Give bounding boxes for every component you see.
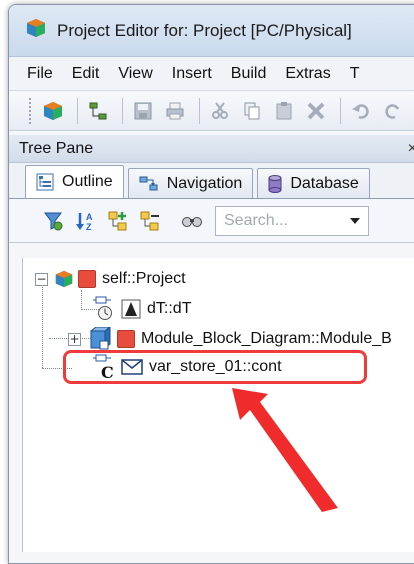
tree-pane-title: Tree Pane	[19, 139, 94, 157]
filter-icon[interactable]	[39, 206, 69, 236]
sort-az-icon[interactable]: A Z	[71, 206, 101, 236]
tree-node-module-block[interactable]: + Module_Block_Diagram::Module_B	[68, 326, 392, 352]
menu-file[interactable]: File	[27, 65, 53, 83]
expand-toggle[interactable]: +	[68, 332, 81, 346]
app-icon	[25, 17, 47, 44]
project-icon[interactable]	[39, 97, 67, 125]
red-square-icon	[117, 330, 135, 348]
toolbar-separator	[340, 97, 341, 124]
copy-icon[interactable]	[238, 97, 266, 125]
tab-database[interactable]: Database	[257, 168, 370, 198]
tab-navigation[interactable]: Navigation	[127, 168, 254, 198]
window-title: Project Editor for: Project [PC/Physical…	[57, 20, 352, 40]
toolbar-separator	[77, 97, 78, 124]
tree-tabs: Outline Navigation Database	[9, 163, 414, 199]
project-icon	[54, 269, 74, 289]
paste-icon[interactable]	[270, 97, 298, 125]
svg-text:Z: Z	[86, 222, 92, 232]
collapse-all-icon[interactable]	[135, 206, 165, 236]
toolbar-separator	[199, 97, 200, 124]
chevron-down-icon[interactable]	[350, 217, 360, 224]
red-square-icon	[78, 270, 96, 288]
redo-icon[interactable]	[379, 97, 407, 125]
cut-icon[interactable]	[206, 97, 234, 125]
tab-outline-label: Outline	[62, 173, 113, 190]
menu-tools[interactable]: T	[350, 65, 360, 83]
tab-navigation-label: Navigation	[166, 174, 243, 192]
triangle-badge-icon	[121, 299, 141, 319]
outline-tree: − self::Project dT::dT + Module_Block_Di…	[22, 258, 414, 552]
menu-view[interactable]: View	[118, 65, 152, 83]
database-icon	[268, 174, 282, 193]
main-toolbar	[9, 91, 414, 131]
tree-node-dt[interactable]: dT::dT	[93, 296, 191, 322]
menu-build[interactable]: Build	[231, 65, 267, 83]
tab-outline[interactable]: Outline	[25, 165, 124, 198]
search-dropdown[interactable]	[215, 205, 369, 236]
delete-icon[interactable]	[302, 97, 330, 125]
close-icon[interactable]: ×	[408, 140, 414, 158]
search-input[interactable]	[222, 210, 342, 231]
menu-extras[interactable]: Extras	[285, 65, 330, 83]
tree-node-project[interactable]: − self::Project	[35, 266, 186, 292]
undo-icon[interactable]	[347, 97, 375, 125]
toolbar-grip[interactable]	[29, 97, 33, 124]
svg-text:A: A	[86, 212, 93, 222]
expand-all-icon[interactable]	[103, 206, 133, 236]
timer-port-icon	[93, 296, 117, 322]
menu-bar: File Edit View Insert Build Extras T	[9, 57, 414, 91]
highlight-box	[63, 350, 367, 384]
toolbar-separator	[122, 97, 123, 124]
tree-node-label: Module_Block_Diagram::Module_B	[141, 330, 392, 347]
collapse-toggle[interactable]: −	[35, 272, 48, 286]
print-icon[interactable]	[161, 97, 189, 125]
tree-line	[42, 284, 43, 368]
menu-edit[interactable]: Edit	[72, 65, 100, 83]
tree-node-label: dT::dT	[147, 300, 192, 317]
tree-node-label: self::Project	[102, 270, 186, 287]
menu-insert[interactable]: Insert	[172, 65, 212, 83]
navigation-icon	[139, 175, 159, 193]
outline-icon	[36, 173, 54, 191]
save-icon[interactable]	[129, 97, 157, 125]
binoculars-icon[interactable]	[177, 206, 207, 236]
module-icon	[89, 327, 111, 351]
tree-line	[81, 290, 82, 310]
title-bar: Project Editor for: Project [PC/Physical…	[9, 5, 414, 57]
tree-pane-header: Tree Pane ×	[9, 135, 414, 163]
tab-database-label: Database	[290, 174, 359, 192]
hierarchy-icon[interactable]	[84, 97, 112, 125]
tree-toolbar: A Z	[9, 199, 414, 243]
